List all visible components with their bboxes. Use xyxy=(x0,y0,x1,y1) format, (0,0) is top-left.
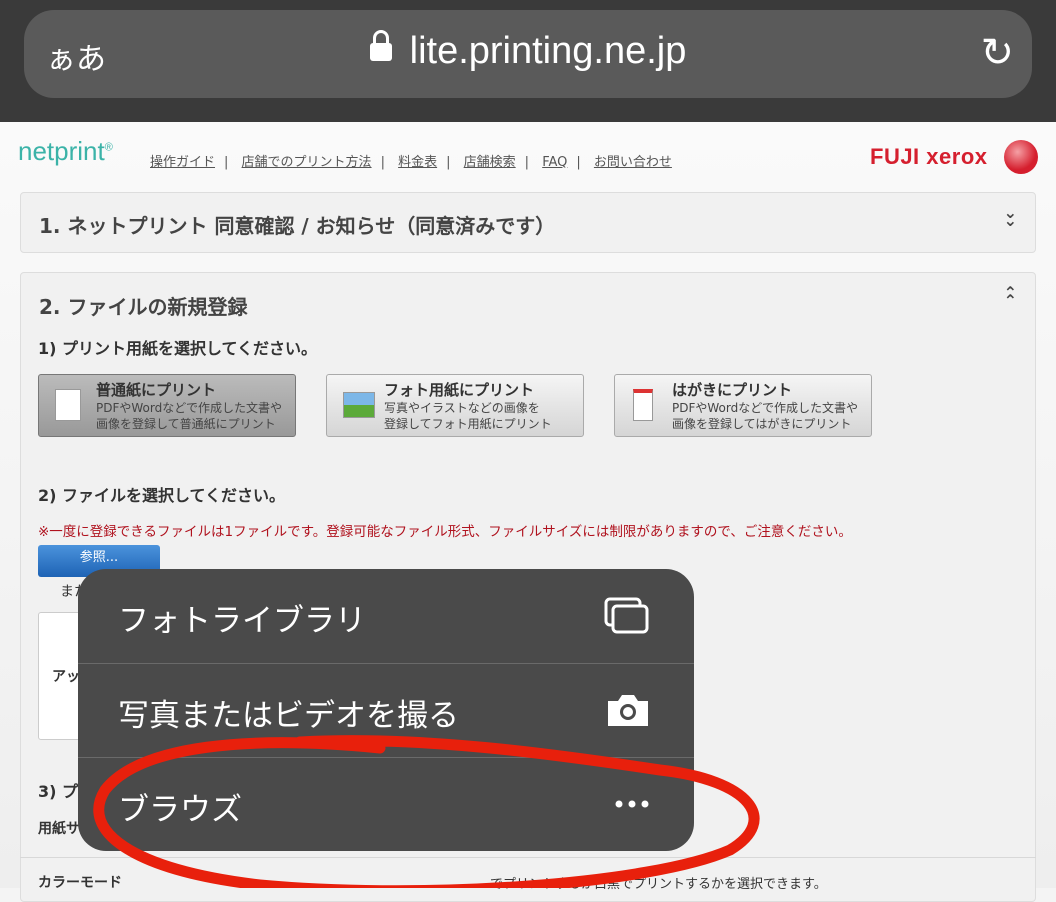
nav-contact[interactable]: お問い合わせ xyxy=(594,155,672,170)
fuji-xerox-sphere-icon xyxy=(1004,140,1038,174)
photo-paper-button[interactable]: フォト用紙にプリント 写真やイラストなどの画像を 登録してフォト用紙にプリント xyxy=(326,374,584,437)
step1-label: 1) プリント用紙を選択してください。 xyxy=(38,339,318,358)
plain-paper-button[interactable]: 普通紙にプリント PDFやWordなどで作成した文書や 画像を登録して普通紙にプリ… xyxy=(38,374,296,437)
nav-store-print[interactable]: 店舗でのプリント方法 xyxy=(242,155,372,170)
paper-size-label: 用紙サ xyxy=(38,821,80,837)
option-desc: 登録してフォト用紙にプリント xyxy=(384,417,552,431)
postcard-icon xyxy=(633,389,653,421)
postcard-button[interactable]: はがきにプリント PDFやWordなどで作成した文書や 画像を登録してはがきにプリ… xyxy=(614,374,872,437)
menu-item-label: 写真またはビデオを撮る xyxy=(118,698,459,734)
photo-icon xyxy=(343,392,375,418)
section1-panel[interactable]: 1. ネットプリント 同意確認 / お知らせ（同意済みです） ⌄ ⌄ xyxy=(20,192,1036,253)
color-mode-label: カラーモード xyxy=(38,875,122,891)
netprint-logo[interactable]: netprint® xyxy=(18,136,113,167)
step2-label: 2) ファイルを選択してください。 xyxy=(38,486,286,505)
address-bar[interactable]: ぁあ lite.printing.ne.jp ↻ xyxy=(24,10,1032,98)
expand-icon[interactable]: ⌄ ⌄ xyxy=(1004,205,1017,229)
step3-label: 3) プ xyxy=(38,782,79,801)
option-desc: 画像を登録して普通紙にプリント xyxy=(96,417,276,431)
camera-icon xyxy=(608,695,648,726)
menu-item-take-photo[interactable]: 写真またはビデオを撮る xyxy=(78,663,694,757)
menu-item-browse[interactable]: ブラウズ xyxy=(78,757,694,851)
nav-store-search[interactable]: 店舗検索 xyxy=(464,155,516,170)
section1-title: 1. ネットプリント 同意確認 / お知らせ（同意済みです） xyxy=(39,214,556,238)
divider xyxy=(20,857,1036,858)
browser-toolbar: ぁあ lite.printing.ne.jp ↻ xyxy=(0,0,1056,122)
option-title: はがきにプリント xyxy=(672,381,793,399)
file-limit-note: ※一度に登録できるファイルは1ファイルです。登録可能なファイル形式、ファイルサイ… xyxy=(38,524,852,540)
more-icon xyxy=(615,800,649,808)
logo-text: netprint xyxy=(18,136,105,166)
option-title: 普通紙にプリント xyxy=(96,381,217,399)
reload-icon[interactable]: ↻ xyxy=(980,30,1014,76)
option-desc: PDFやWordなどで作成した文書や xyxy=(672,401,858,415)
fuji-xerox-logo: FUJI xerox xyxy=(870,144,988,169)
color-mode-desc: でプリントするか白黒でプリントするかを選択できます。 xyxy=(490,877,827,892)
document-icon xyxy=(55,389,81,421)
menu-item-label: ブラウズ xyxy=(118,792,242,828)
option-title: フォト用紙にプリント xyxy=(384,381,535,399)
lock-icon xyxy=(369,30,392,61)
menu-item-photo-library[interactable]: フォトライブラリ xyxy=(78,569,694,663)
menu-item-label: フォトライブラリ xyxy=(118,603,366,639)
header-nav: 操作ガイド | 店舗でのプリント方法 | 料金表 | 店舗検索 | FAQ | お問い合わ… xyxy=(150,155,672,170)
photo-library-icon xyxy=(604,597,649,634)
url-text[interactable]: lite.printing.ne.jp xyxy=(410,30,687,72)
nav-guide[interactable]: 操作ガイド xyxy=(150,155,215,170)
nav-faq[interactable]: FAQ xyxy=(542,155,567,170)
option-desc: PDFやWordなどで作成した文書や xyxy=(96,401,282,415)
nav-pricing[interactable]: 料金表 xyxy=(398,155,437,170)
logo-mark: ® xyxy=(104,141,113,154)
option-desc: 写真やイラストなどの画像を xyxy=(384,401,540,415)
upload-text: アッ xyxy=(52,669,80,685)
section2-title: 2. ファイルの新規登録 xyxy=(39,295,248,319)
option-desc: 画像を登録してはがきにプリント xyxy=(672,417,852,431)
collapse-icon[interactable]: ⌃ ⌃ xyxy=(1004,285,1017,309)
file-source-action-menu: フォトライブラリ 写真またはビデオを撮る ブラウズ xyxy=(78,569,694,851)
